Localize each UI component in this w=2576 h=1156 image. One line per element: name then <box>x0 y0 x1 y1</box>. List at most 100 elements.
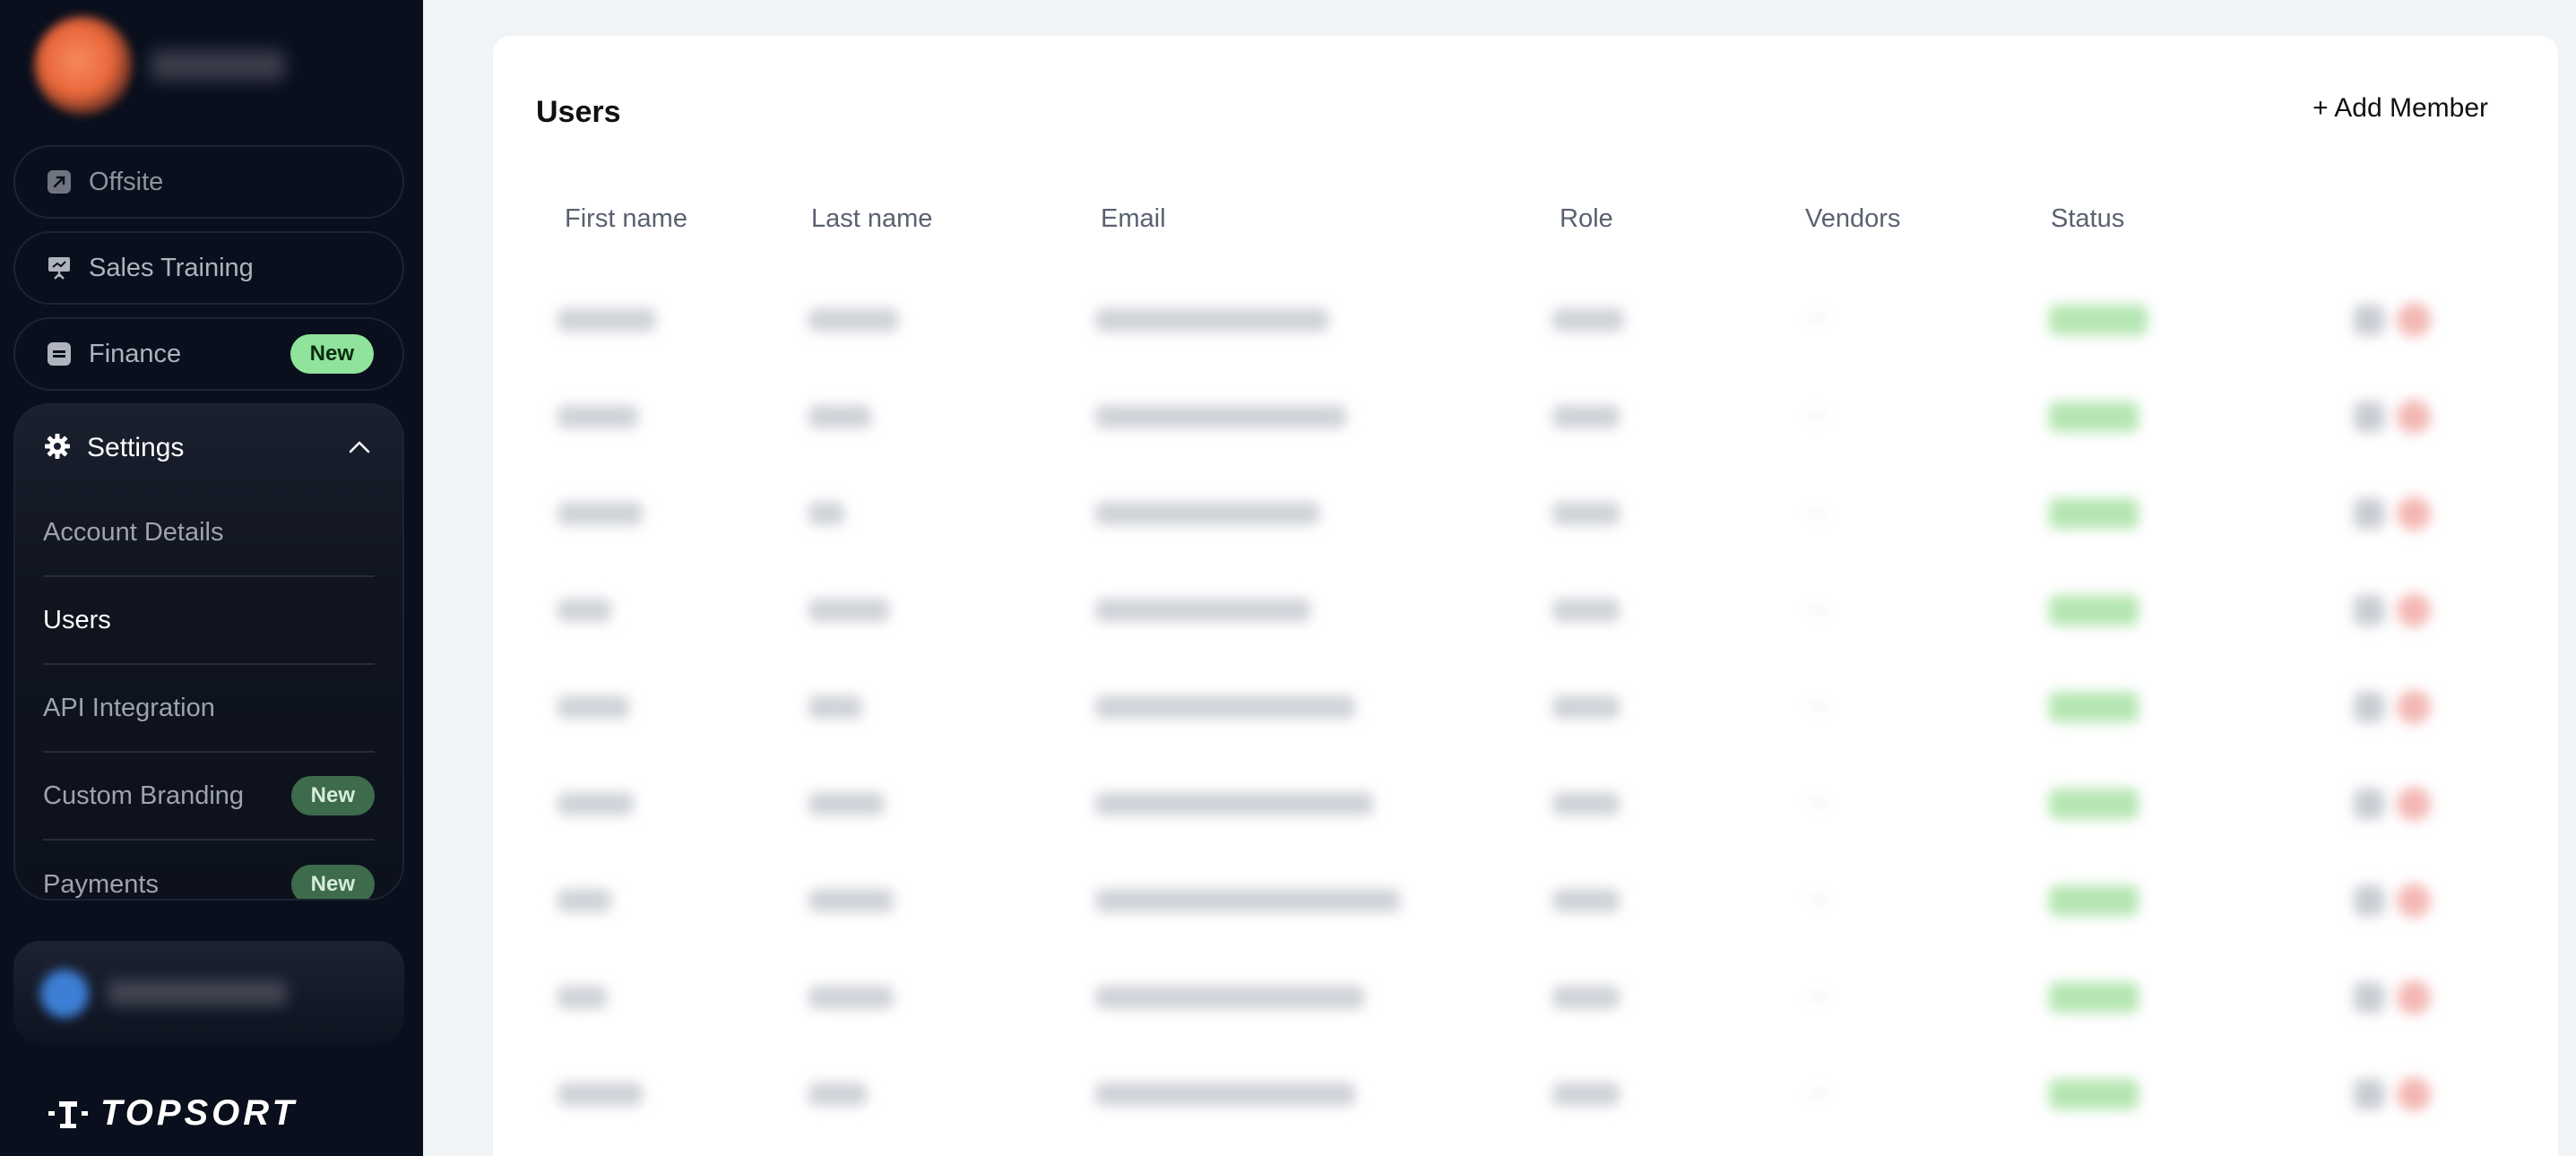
new-badge: New <box>290 776 375 815</box>
cell-redacted <box>1095 792 1373 815</box>
cell-redacted <box>1809 608 1827 611</box>
sidebar-item-users[interactable]: Users <box>43 577 375 665</box>
nav-item-offsite[interactable]: Offsite <box>13 145 404 219</box>
cell-redacted <box>808 405 871 428</box>
delete-icon[interactable] <box>2397 496 2431 531</box>
status-badge <box>2049 692 2139 722</box>
cell-redacted <box>1095 986 1364 1009</box>
sidebar-item-label: Custom Branding <box>43 781 245 810</box>
cell-redacted <box>808 986 894 1009</box>
cell-redacted <box>1552 502 1620 525</box>
nav-item-label: Offsite <box>89 167 164 196</box>
logo-text: TOPSORT <box>100 1093 298 1133</box>
wallet-icon <box>46 341 73 367</box>
edit-icon[interactable] <box>2354 885 2384 916</box>
edit-icon[interactable] <box>2354 498 2384 529</box>
column-header-email[interactable]: Email <box>1101 204 1166 234</box>
table-row <box>493 565 2558 654</box>
edit-icon[interactable] <box>2354 595 2384 625</box>
cell-redacted <box>1552 986 1620 1009</box>
column-header-status[interactable]: Status <box>2051 204 2124 234</box>
sidebar-item-api-integration[interactable]: API Integration <box>43 665 375 753</box>
cell-redacted <box>1552 1083 1620 1106</box>
delete-icon[interactable] <box>2397 884 2431 918</box>
cell-redacted <box>558 1083 643 1106</box>
status-badge <box>2049 789 2139 819</box>
column-header-first-name[interactable]: First name <box>565 204 687 234</box>
cell-redacted <box>1552 308 1624 332</box>
sidebar-item-custom-branding[interactable]: Custom Branding New <box>43 753 375 841</box>
cell-redacted <box>1809 898 1827 902</box>
delete-icon[interactable] <box>2397 1077 2431 1111</box>
column-header-vendors[interactable]: Vendors <box>1805 204 1900 234</box>
cell-redacted <box>558 405 638 428</box>
topsort-logo: TOPSORT <box>48 1093 298 1134</box>
sidebar-item-label: Payments <box>43 869 159 899</box>
column-header-last-name[interactable]: Last name <box>811 204 932 234</box>
cell-redacted <box>1095 695 1355 719</box>
cell-redacted <box>1552 695 1620 719</box>
cell-redacted <box>558 792 634 815</box>
cell-redacted <box>1809 414 1827 418</box>
presentation-icon <box>46 254 73 281</box>
table-row <box>493 274 2558 364</box>
delete-icon[interactable] <box>2397 303 2431 337</box>
status-badge <box>2049 305 2148 335</box>
organization-avatar <box>34 16 133 115</box>
edit-icon[interactable] <box>2354 401 2384 432</box>
table-row <box>493 1048 2558 1138</box>
table-row <box>493 468 2558 557</box>
delete-icon[interactable] <box>2397 690 2431 724</box>
cell-redacted <box>1095 599 1310 622</box>
topsort-logo-icon <box>48 1100 88 1128</box>
cell-redacted <box>808 599 889 622</box>
sidebar-item-label: API Integration <box>43 693 215 722</box>
cell-redacted <box>558 695 629 719</box>
nav-item-finance[interactable]: Finance New <box>13 317 404 391</box>
gear-icon <box>44 433 71 464</box>
cell-redacted <box>1809 801 1827 805</box>
cell-redacted <box>1552 889 1620 912</box>
organization-name-redacted <box>151 50 285 81</box>
sidebar-item-payments[interactable]: Payments New <box>43 841 375 899</box>
status-badge <box>2049 401 2139 432</box>
delete-icon[interactable] <box>2397 400 2431 434</box>
external-link-icon <box>46 168 73 195</box>
table-row <box>493 661 2558 751</box>
delete-icon[interactable] <box>2397 787 2431 821</box>
status-badge <box>2049 885 2139 916</box>
table-row <box>493 758 2558 848</box>
user-profile-card[interactable] <box>13 941 404 1044</box>
cell-redacted <box>1809 511 1827 514</box>
edit-icon[interactable] <box>2354 692 2384 722</box>
status-badge <box>2049 595 2139 625</box>
cell-redacted <box>558 599 611 622</box>
cell-redacted <box>808 889 894 912</box>
new-badge: New <box>290 865 375 899</box>
nav-item-sales-training[interactable]: Sales Training <box>13 231 404 305</box>
edit-icon[interactable] <box>2354 305 2384 335</box>
column-header-role[interactable]: Role <box>1560 204 1613 234</box>
delete-icon[interactable] <box>2397 593 2431 627</box>
sidebar-item-account-details[interactable]: Account Details <box>43 489 375 577</box>
cell-redacted <box>558 502 643 525</box>
edit-icon[interactable] <box>2354 789 2384 819</box>
cell-redacted <box>558 986 607 1009</box>
cell-redacted <box>1552 599 1620 622</box>
sidebar-item-label: Account Details <box>43 517 224 547</box>
cell-redacted <box>808 792 885 815</box>
delete-icon[interactable] <box>2397 980 2431 1014</box>
cell-redacted <box>1095 1083 1355 1106</box>
add-member-button[interactable]: + Add Member <box>2312 93 2488 124</box>
cell-redacted <box>808 502 844 525</box>
cell-redacted <box>808 695 862 719</box>
edit-icon[interactable] <box>2354 982 2384 1013</box>
cell-redacted <box>1095 502 1319 525</box>
settings-toggle[interactable]: Settings <box>44 425 374 471</box>
chevron-up-icon[interactable] <box>347 436 372 465</box>
cell-redacted <box>558 889 611 912</box>
settings-group: Settings Account Details Users API Integ… <box>13 403 404 901</box>
edit-icon[interactable] <box>2354 1079 2384 1109</box>
cell-redacted <box>1095 405 1346 428</box>
organization-switcher[interactable] <box>34 16 285 115</box>
